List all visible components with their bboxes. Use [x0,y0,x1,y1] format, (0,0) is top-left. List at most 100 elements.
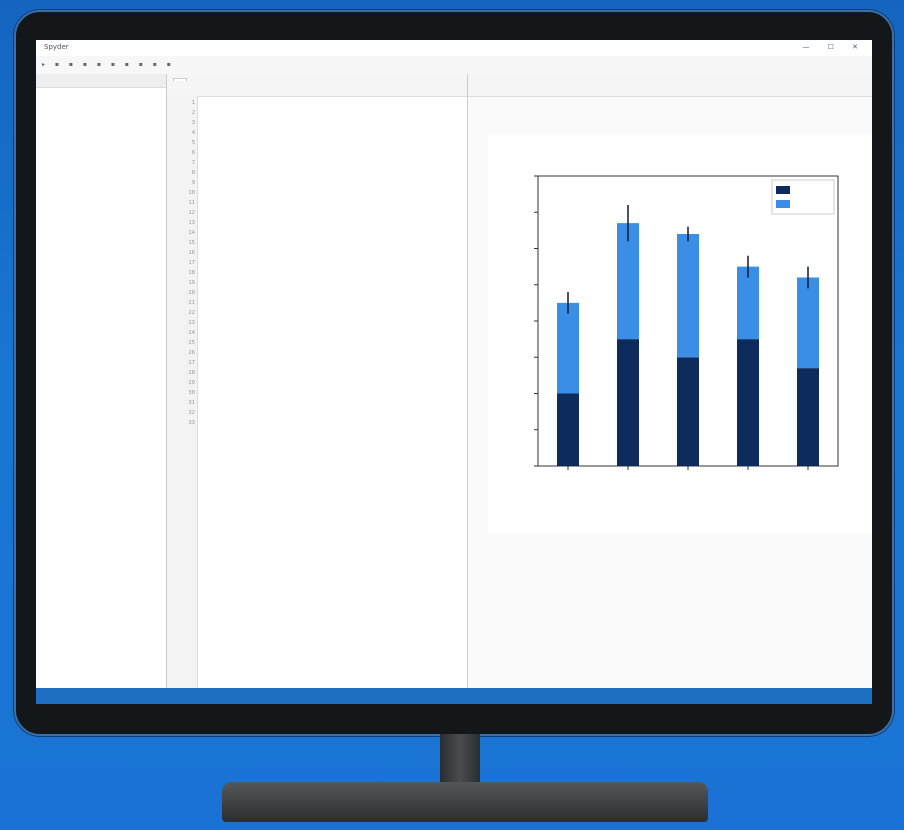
tree-item[interactable] [42,322,160,332]
tree-item[interactable] [42,542,160,552]
line-number: 30 [188,390,195,396]
code-line[interactable] [201,168,463,178]
tree-item[interactable] [42,302,160,312]
tree-item[interactable] [42,102,160,112]
code-line[interactable] [201,328,463,338]
tree-item[interactable] [42,462,160,472]
code-line[interactable] [201,118,463,128]
tree-item[interactable] [42,502,160,512]
tree-item[interactable] [42,332,160,342]
tree-item[interactable] [42,552,160,562]
code-lines[interactable] [201,98,463,398]
legend-box [771,179,835,215]
line-number: 23 [188,320,195,326]
tree-item[interactable] [42,452,160,462]
bar-women [557,302,579,394]
tree-item[interactable] [42,532,160,542]
tree-item[interactable] [42,372,160,382]
tree-item[interactable] [42,482,160,492]
tree-item[interactable] [42,352,160,362]
code-line[interactable] [201,358,463,368]
code-line[interactable] [201,238,463,248]
tree-item[interactable] [42,572,160,582]
tree-item[interactable] [42,622,160,632]
tree-item[interactable] [42,112,160,122]
tree-item[interactable] [42,512,160,522]
tree-item[interactable] [42,382,160,392]
code-line[interactable] [201,308,463,318]
code-line[interactable] [201,188,463,198]
code-line[interactable] [201,98,463,108]
line-number: 2 [191,110,195,116]
tree-item[interactable] [42,222,160,232]
tree-item[interactable] [42,132,160,142]
line-number: 13 [188,220,195,226]
tree-item[interactable] [42,492,160,502]
code-line[interactable] [201,388,463,398]
code-line[interactable] [201,228,463,238]
code-line[interactable] [201,318,463,328]
code-line[interactable] [201,278,463,288]
tree-item[interactable] [42,392,160,402]
tree-item[interactable] [42,122,160,132]
tree-item[interactable] [42,182,160,192]
tree-item[interactable] [42,262,160,272]
tree-item[interactable] [42,202,160,212]
code-line[interactable] [201,218,463,228]
tree-item[interactable] [42,252,160,262]
tree-item[interactable] [42,192,160,202]
code-line[interactable] [201,108,463,118]
tree-item[interactable] [42,162,160,172]
editor-tab[interactable] [173,78,187,81]
code-line[interactable] [201,268,463,278]
tree-item[interactable] [42,522,160,532]
code-line[interactable] [201,338,463,348]
toolbar-icons[interactable]: ▸ ▪ ▪ ▪ ▪ ▪ ▪ ▪ ▪ ▪ [42,61,175,68]
tree-item[interactable] [42,442,160,452]
code-line[interactable] [201,158,463,168]
tree-item[interactable] [42,652,160,662]
tree-item[interactable] [42,232,160,242]
tree-item[interactable] [42,272,160,282]
tree-item[interactable] [42,242,160,252]
tree-item[interactable] [42,412,160,422]
tree-item[interactable] [42,422,160,432]
tree-item[interactable] [42,402,160,412]
tree-item[interactable] [42,142,160,152]
code-line[interactable] [201,178,463,188]
code-line[interactable] [201,368,463,378]
tree-item[interactable] [42,632,160,642]
code-line[interactable] [201,378,463,388]
line-number: 8 [191,170,195,176]
code-line[interactable] [201,258,463,268]
code-line[interactable] [201,138,463,148]
code-line[interactable] [201,298,463,308]
code-line[interactable] [201,288,463,298]
tree-item[interactable] [42,642,160,652]
title-bar: Spyder — ☐ ✕ [36,40,872,57]
tree-item[interactable] [42,562,160,572]
code-line[interactable] [201,128,463,138]
tree-item[interactable] [42,152,160,162]
tree-item[interactable] [42,312,160,322]
tree-item[interactable] [42,472,160,482]
tree-item[interactable] [42,612,160,622]
tree-item[interactable] [42,362,160,372]
tree-item[interactable] [42,432,160,442]
tree-item[interactable] [42,592,160,602]
tree-item[interactable] [42,602,160,612]
window-controls[interactable]: — ☐ ✕ [802,43,866,51]
line-number: 29 [188,380,195,386]
code-line[interactable] [201,198,463,208]
tree-item[interactable] [42,282,160,292]
code-line[interactable] [201,148,463,158]
tree-item[interactable] [42,342,160,352]
code-line[interactable] [201,208,463,218]
tree-item[interactable] [42,582,160,592]
tree-item[interactable] [42,92,160,102]
code-line[interactable] [201,248,463,258]
code-line[interactable] [201,348,463,358]
tree-item[interactable] [42,172,160,182]
tree-item[interactable] [42,212,160,222]
tree-item[interactable] [42,292,160,302]
